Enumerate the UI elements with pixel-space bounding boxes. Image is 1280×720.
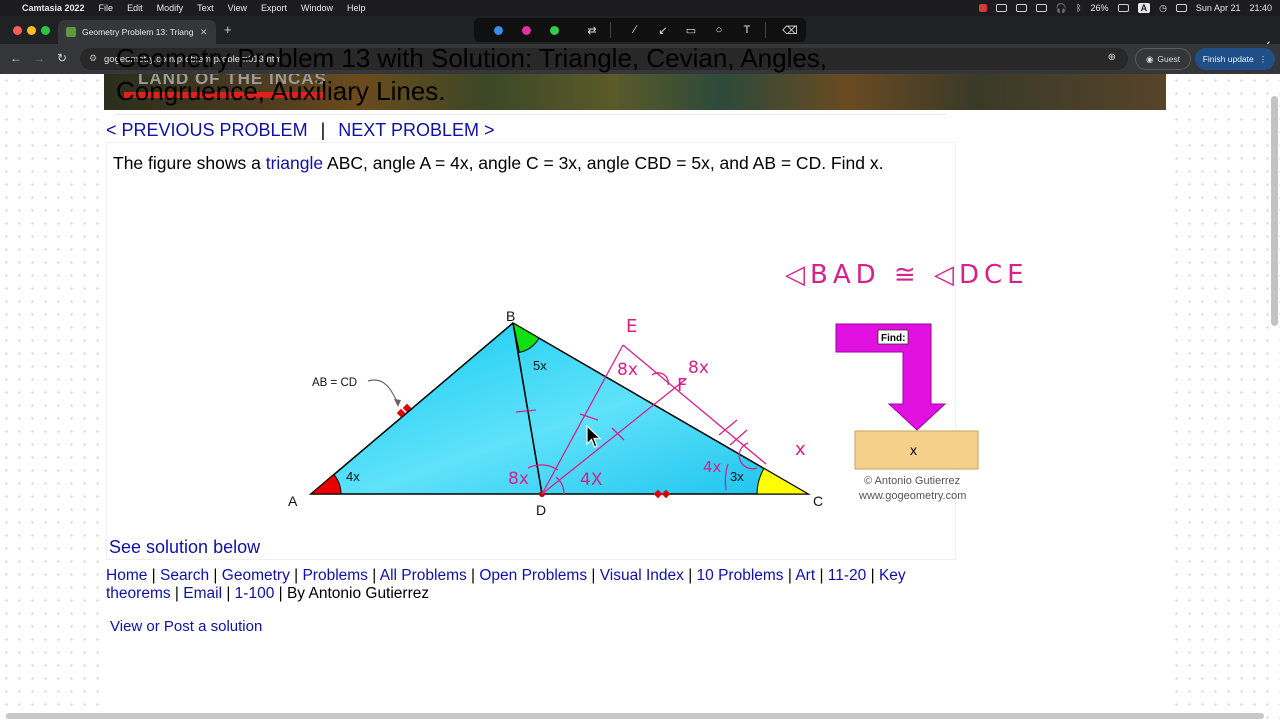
- angle-c-label: 3x: [730, 469, 744, 484]
- footer-link-search[interactable]: Search: [160, 567, 209, 584]
- angle-c-marker: [756, 467, 810, 495]
- geometry-figure: A B C D 4x 3x 5x AB = CD Find: x © Anton…: [288, 260, 1029, 518]
- angle-8x-at-d: 8x: [508, 469, 529, 489]
- footer-link-all-problems[interactable]: All Problems: [380, 567, 467, 584]
- footer-link-open-problems[interactable]: Open Problems: [479, 567, 587, 584]
- angle-cbd-label: 5x: [533, 358, 547, 373]
- angle-4x-at-c: 4x: [703, 458, 722, 476]
- footer-link-problems[interactable]: Problems: [302, 567, 367, 584]
- congruence-statement: ◁BAD ≅ ◁DCE: [785, 260, 1029, 290]
- see-solution-link[interactable]: See solution below: [109, 537, 260, 558]
- view-post-solution-link[interactable]: View or Post a solution: [110, 618, 262, 635]
- footer-link-1-100[interactable]: 1-100: [235, 585, 275, 602]
- angle-a-label: 4x: [346, 469, 360, 484]
- tick-ec-2: [729, 429, 748, 446]
- angle-8x-near-e: 8x: [617, 360, 638, 380]
- vertex-b-label: B: [506, 308, 515, 324]
- point-f-label: F: [677, 375, 687, 396]
- byline: By Antonio Gutierrez: [286, 585, 430, 602]
- copyright-text: © Antonio Gutierrez: [864, 475, 960, 487]
- footer-link-visual-index[interactable]: Visual Index: [600, 567, 684, 584]
- arc-at-f: [651, 372, 669, 386]
- answer-label: x: [910, 442, 917, 458]
- note-arrowhead: [394, 399, 401, 407]
- footer-links: Home | Search | Geometry | Problems | Al…: [106, 567, 906, 602]
- footer-link-email[interactable]: Email: [183, 585, 222, 602]
- vertex-d-label: D: [536, 502, 546, 518]
- angle-x-outside: x: [795, 439, 806, 460]
- find-label: Find:: [881, 333, 905, 344]
- angle-a-marker: [309, 473, 342, 495]
- website-text: www.gogeometry.com: [858, 490, 966, 502]
- vertex-c-label: C: [813, 493, 823, 509]
- vertex-a-label: A: [288, 493, 298, 509]
- footer-link-10-problems[interactable]: 10 Problems: [697, 567, 784, 584]
- ab-equals-cd-note: AB = CD: [312, 377, 357, 389]
- footer-link-art[interactable]: Art: [795, 567, 815, 584]
- point-e-label: E: [626, 316, 637, 337]
- angle-4x-at-d: 4X: [580, 470, 603, 490]
- footer-link-home[interactable]: Home: [106, 567, 147, 584]
- angle-8x-near-f: 8x: [688, 358, 709, 378]
- footer-link-11-20[interactable]: 11-20: [828, 567, 867, 584]
- note-arrow: [367, 379, 399, 405]
- footer-link-geometry[interactable]: Geometry: [222, 567, 290, 584]
- mouse-cursor-icon: [586, 425, 602, 448]
